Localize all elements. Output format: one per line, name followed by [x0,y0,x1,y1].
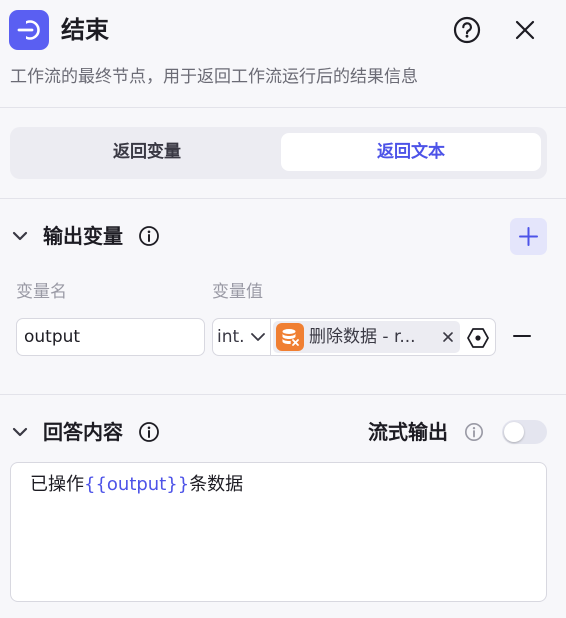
end-node-panel: 结束 工作流的最终节点，用于返回工作流运行后的结果信息 返回变量 返回文本 输出… [0,0,566,618]
answer-variable-reference: {{output}} [84,474,190,495]
chevron-down-icon[interactable] [10,422,30,442]
answer-text-suffix: 条数据 [189,474,244,495]
node-description: 工作流的最终节点，用于返回工作流运行后的结果信息 [10,67,418,87]
node-title: 结束 [61,16,109,44]
variable-type-select[interactable]: int. [213,319,271,355]
section-title: 输出变量 [43,224,123,248]
answer-text-prefix: 已操作 [30,474,84,495]
variable-settings-icon[interactable] [466,326,490,350]
section-title: 回答内容 [43,420,123,444]
add-variable-button[interactable] [510,218,547,255]
answer-content-editor[interactable]: 已操作{{output}}条数据 [10,462,547,602]
tabs-divider [0,198,566,199]
header-divider [0,107,566,108]
tab-return-variables[interactable]: 返回变量 [16,133,278,171]
end-node-icon [9,10,49,50]
column-label-name: 变量名 [16,282,67,302]
output-variables-header: 输出变量 [10,218,556,255]
info-icon[interactable] [464,422,484,442]
chevron-down-icon[interactable] [10,226,30,246]
help-icon[interactable] [452,15,482,45]
variable-name-input[interactable] [16,318,205,356]
section-divider [0,394,566,395]
chevron-down-icon [251,333,265,341]
info-icon[interactable] [138,421,160,443]
tab-return-text[interactable]: 返回文本 [281,133,541,171]
minus-icon [513,335,531,337]
stream-output-toggle[interactable] [502,420,547,444]
panel-header: 结束 工作流的最终节点，用于返回工作流运行后的结果信息 [0,0,566,107]
variable-value-field: int. 删除数据 - r... [212,318,496,356]
remove-reference-icon[interactable] [440,329,456,345]
database-delete-icon [276,323,304,351]
reference-label: 删除数据 - r... [309,327,416,347]
variable-reference-tag[interactable]: 删除数据 - r... [273,321,460,353]
remove-variable-button[interactable] [512,326,532,346]
plus-icon [519,227,538,246]
info-icon[interactable] [138,225,160,247]
toggle-knob [504,422,524,442]
stream-output-label: 流式输出 [368,420,448,444]
close-icon[interactable] [510,15,540,45]
variable-type-label: int. [217,327,245,347]
column-label-value: 变量值 [212,282,263,302]
return-mode-tabs: 返回变量 返回文本 [10,127,547,179]
